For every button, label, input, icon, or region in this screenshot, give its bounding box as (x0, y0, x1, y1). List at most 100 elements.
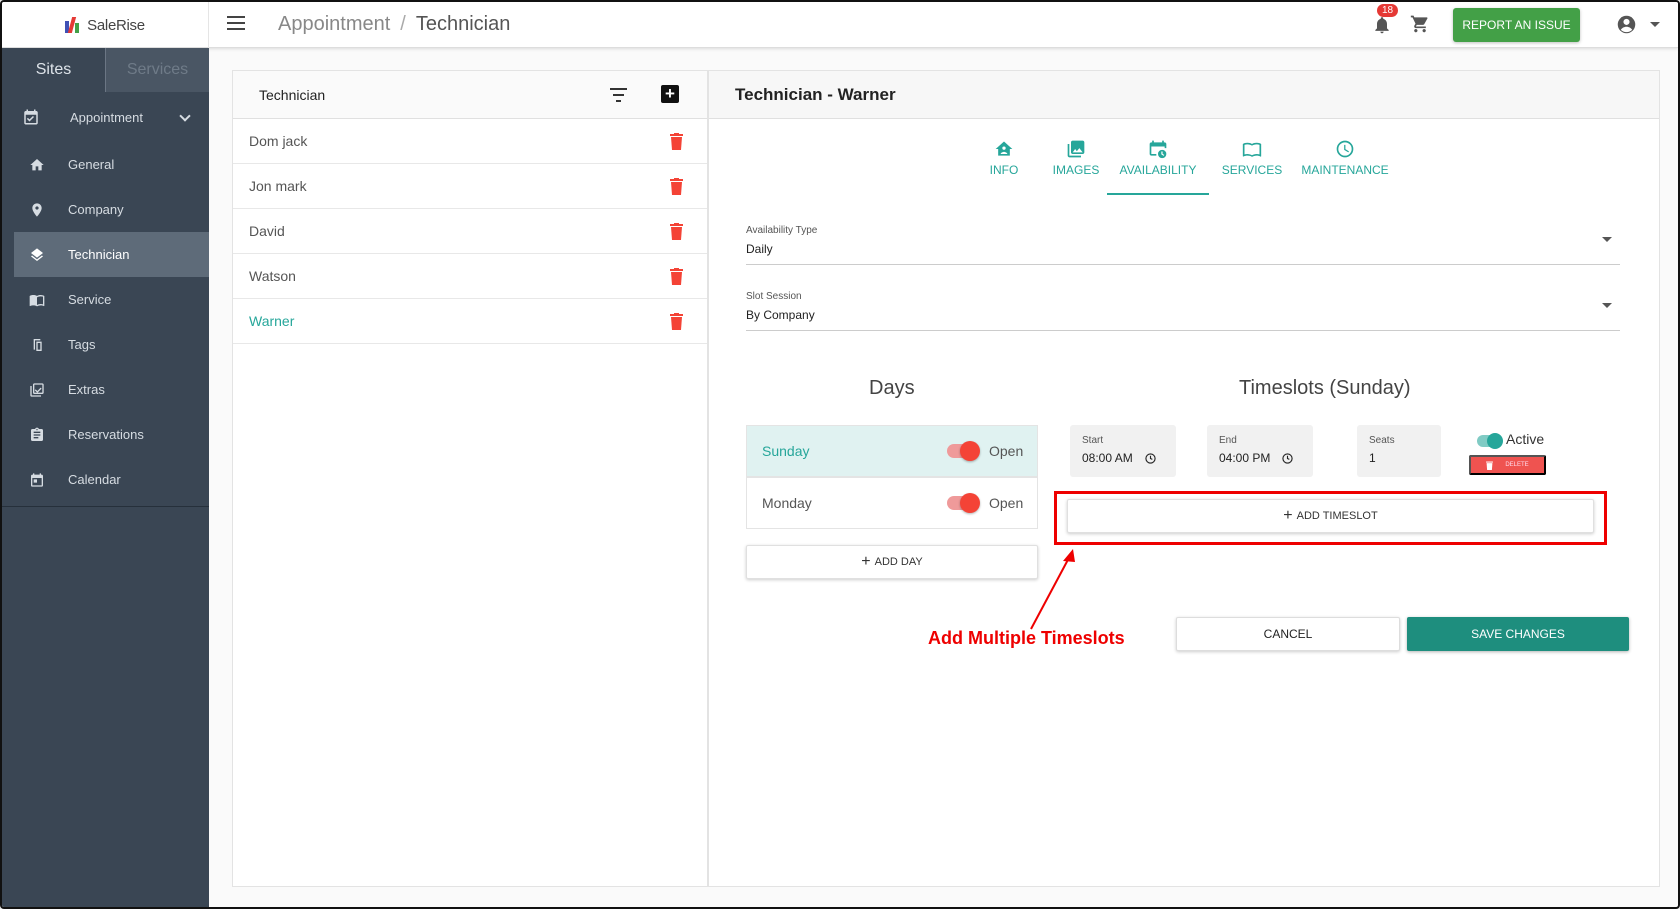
calendar-clock-icon (1149, 140, 1167, 159)
list-item[interactable]: Dom jack (233, 119, 707, 164)
filter-icon[interactable] (610, 88, 627, 102)
sidebar-item-label: Company (68, 202, 124, 217)
report-issue-button[interactable]: REPORT AN ISSUE (1453, 8, 1580, 42)
list-item[interactable]: Jon mark (233, 164, 707, 209)
list-title: Technician (259, 86, 326, 103)
sidebar-item-label: Tags (68, 337, 96, 352)
clock-icon[interactable] (1282, 452, 1294, 464)
sidebar-item-reservations[interactable]: Reservations (2, 412, 209, 457)
sidebar-item-label: Reservations (68, 427, 144, 442)
calendar-check-icon (22, 108, 40, 126)
list-item-label: Watson (249, 268, 296, 284)
cart-icon[interactable] (1409, 14, 1431, 34)
day-state: Open (989, 495, 1024, 511)
tab-info[interactable]: INFO (984, 137, 1024, 195)
account-icon[interactable] (1616, 14, 1637, 35)
checklist-icon (28, 381, 46, 399)
delete-label: DELETE (1505, 462, 1529, 468)
slot-session-select[interactable]: Slot Session By Company (746, 291, 1620, 331)
sidebar: Sites Services Appointment General Compa… (2, 48, 209, 907)
breadcrumb-appointment[interactable]: Appointment (278, 13, 390, 36)
app-frame: SaleRise Appointment / Technician 18 REP… (0, 0, 1680, 909)
trash-icon (1486, 461, 1494, 470)
tab-availability[interactable]: AVAILABILITY (1107, 137, 1209, 195)
start-time-field[interactable]: Start 08:00 AM (1070, 425, 1176, 477)
trash-icon[interactable] (670, 313, 683, 330)
sidebar-item-company[interactable]: Company (2, 187, 209, 232)
tab-services[interactable]: Services (106, 48, 209, 92)
start-label: Start (1082, 435, 1104, 446)
trash-icon[interactable] (670, 223, 683, 240)
add-day-button[interactable]: + ADD DAY (746, 545, 1038, 579)
location-pin-icon (28, 201, 46, 219)
sidebar-item-service[interactable]: Service (2, 277, 209, 322)
notification-bell-icon[interactable] (1372, 15, 1392, 35)
availability-type-select[interactable]: Availability Type Daily (746, 225, 1620, 265)
list-item-label: Jon mark (249, 178, 307, 194)
breadcrumb: Appointment / Technician (278, 13, 510, 36)
list-header: Technician + (233, 71, 707, 119)
active-toggle[interactable] (1477, 433, 1503, 449)
sidebar-item-label: Calendar (68, 472, 121, 487)
tab-sites[interactable]: Sites (2, 48, 106, 92)
day-name: Sunday (762, 443, 810, 459)
sidebar-item-general[interactable]: General (2, 142, 209, 187)
annotation-text: Add Multiple Timeslots (928, 628, 1125, 648)
tab-services[interactable]: SERVICES (1222, 137, 1282, 195)
technician-detail-panel: Technician - Warner INFO IMAGES AVAILABI… (708, 70, 1660, 887)
technician-list-panel: Technician + Dom jack Jon mark David Wat… (232, 70, 708, 887)
trash-icon[interactable] (670, 133, 683, 150)
account-caret-icon[interactable] (1650, 22, 1660, 27)
dropdown-arrow-icon (1602, 303, 1612, 308)
availability-type-label: Availability Type (746, 225, 818, 236)
plus-icon: + (1283, 507, 1293, 524)
day-state: Open (989, 443, 1024, 459)
logo-mark-icon (65, 17, 83, 33)
list-item-selected[interactable]: Warner (233, 299, 707, 344)
save-changes-button[interactable]: SAVE CHANGES (1407, 617, 1629, 651)
list-item-label: Warner (249, 313, 295, 329)
menu-icon[interactable] (227, 16, 245, 30)
logo[interactable]: SaleRise (2, 2, 209, 48)
delete-timeslot-button[interactable]: DELETE (1469, 455, 1546, 475)
sidebar-item-tags[interactable]: Tags (2, 322, 209, 367)
top-bar: SaleRise Appointment / Technician 18 REP… (2, 2, 1678, 48)
cancel-button[interactable]: CANCEL (1176, 617, 1400, 651)
logo-text: SaleRise (87, 16, 145, 34)
days-title: Days (869, 377, 915, 399)
clock-icon[interactable] (1145, 452, 1156, 464)
sidebar-item-label: General (68, 157, 115, 172)
list-item[interactable]: David (233, 209, 707, 254)
day-row-sunday[interactable]: Sunday Open (746, 425, 1038, 477)
sidebar-item-calendar[interactable]: Calendar (2, 457, 209, 502)
add-timeslot-button[interactable]: + ADD TIMESLOT (1067, 499, 1594, 533)
dropdown-arrow-icon (1602, 237, 1612, 242)
sidebar-item-label: Technician (68, 247, 130, 262)
tag-icon (28, 336, 46, 354)
list-item[interactable]: Watson (233, 254, 707, 299)
seats-label: Seats (1369, 435, 1395, 446)
tab-maintenance[interactable]: MAINTENANCE (1301, 137, 1389, 195)
sidebar-nav: Appointment General Company Technician S… (2, 92, 209, 502)
seats-field[interactable]: Seats 1 (1357, 425, 1441, 477)
end-value: 04:00 PM (1219, 451, 1271, 465)
add-technician-icon[interactable]: + (661, 85, 679, 103)
end-time-field[interactable]: End 04:00 PM (1207, 425, 1313, 477)
day-name: Monday (762, 495, 812, 511)
sidebar-item-technician[interactable]: Technician (14, 232, 209, 277)
day-open-toggle[interactable] (947, 441, 980, 461)
day-open-toggle[interactable] (947, 493, 980, 513)
timeslots-title: Timeslots (Sunday) (1239, 377, 1411, 399)
trash-icon[interactable] (670, 178, 683, 195)
day-row-monday[interactable]: Monday Open (746, 477, 1038, 529)
tab-images[interactable]: IMAGES (1051, 137, 1101, 195)
seats-value: 1 (1369, 451, 1376, 465)
sidebar-item-extras[interactable]: Extras (2, 367, 209, 412)
plus-icon: + (861, 553, 871, 570)
home-icon (995, 141, 1013, 156)
trash-icon[interactable] (670, 268, 683, 285)
sidebar-tabs: Sites Services (2, 48, 209, 92)
sidebar-item-appointment[interactable]: Appointment (2, 92, 209, 142)
images-icon (1067, 140, 1085, 158)
chevron-down-icon (179, 110, 191, 122)
